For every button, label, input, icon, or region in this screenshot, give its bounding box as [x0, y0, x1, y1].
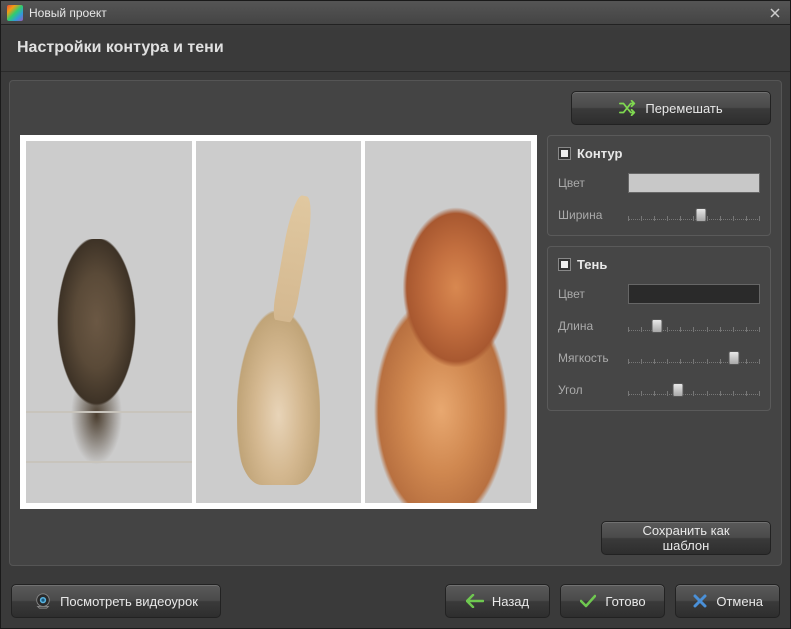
shadow-color-swatch[interactable] — [628, 284, 760, 304]
cancel-label: Отмена — [716, 594, 763, 609]
shadow-length-slider[interactable] — [628, 316, 760, 336]
shadow-panel-title: Тень — [558, 257, 760, 272]
close-icon — [770, 8, 780, 18]
shadow-softness-row: Мягкость — [558, 348, 760, 368]
webcam-icon — [34, 592, 52, 610]
content: Перемешать Контур Цве — [1, 72, 790, 574]
contour-width-label: Ширина — [558, 208, 620, 222]
shuffle-icon — [619, 99, 637, 117]
contour-color-label: Цвет — [558, 176, 620, 190]
cancel-icon — [692, 592, 708, 610]
shadow-checkbox[interactable] — [558, 258, 571, 271]
preview-cell[interactable] — [26, 141, 192, 503]
save-template-label: Сохранить как шаблон — [618, 523, 754, 553]
footer: Посмотреть видеоурок Назад Готово Отмена — [1, 574, 790, 628]
main-row: Контур Цвет Ширина — [20, 135, 771, 509]
shadow-title-label: Тень — [577, 257, 607, 272]
back-label: Назад — [492, 594, 529, 609]
save-row: Сохранить как шаблон — [20, 521, 771, 555]
arrow-left-icon — [466, 592, 484, 610]
check-icon — [579, 592, 597, 610]
preview-area — [20, 135, 537, 509]
done-label: Готово — [605, 594, 645, 609]
shadow-color-row: Цвет — [558, 284, 760, 304]
shadow-angle-label: Угол — [558, 383, 620, 397]
app-icon — [7, 5, 23, 21]
contour-checkbox[interactable] — [558, 147, 571, 160]
window-title: Новый проект — [29, 6, 766, 20]
shadow-color-label: Цвет — [558, 287, 620, 301]
shadow-length-label: Длина — [558, 319, 620, 333]
header: Настройки контура и тени — [1, 25, 790, 72]
close-button[interactable] — [766, 4, 784, 22]
shadow-angle-slider[interactable] — [628, 380, 760, 400]
shuffle-button[interactable]: Перемешать — [571, 91, 771, 125]
shadow-panel: Тень Цвет Длина — [547, 246, 771, 411]
contour-color-row: Цвет — [558, 173, 760, 193]
shuffle-label: Перемешать — [645, 101, 722, 116]
back-button[interactable]: Назад — [445, 584, 550, 618]
top-actions: Перемешать — [20, 91, 771, 125]
titlebar: Новый проект — [1, 1, 790, 25]
settings-sidebar: Контур Цвет Ширина — [547, 135, 771, 509]
page-title: Настройки контура и тени — [17, 39, 774, 57]
watch-video-button[interactable]: Посмотреть видеоурок — [11, 584, 221, 618]
shadow-angle-row: Угол — [558, 380, 760, 400]
shadow-softness-slider[interactable] — [628, 348, 760, 368]
contour-width-row: Ширина — [558, 205, 760, 225]
contour-title-label: Контур — [577, 146, 622, 161]
watch-video-label: Посмотреть видеоурок — [60, 594, 198, 609]
preview-cell[interactable] — [196, 141, 362, 503]
preview-cell[interactable] — [365, 141, 531, 503]
contour-width-slider[interactable] — [628, 205, 760, 225]
cancel-button[interactable]: Отмена — [675, 584, 780, 618]
shadow-softness-label: Мягкость — [558, 351, 620, 365]
content-inner: Перемешать Контур Цве — [9, 80, 782, 566]
contour-color-swatch[interactable] — [628, 173, 760, 193]
done-button[interactable]: Готово — [560, 584, 665, 618]
shadow-length-row: Длина — [558, 316, 760, 336]
save-template-button[interactable]: Сохранить как шаблон — [601, 521, 771, 555]
contour-panel-title: Контур — [558, 146, 760, 161]
contour-panel: Контур Цвет Ширина — [547, 135, 771, 236]
